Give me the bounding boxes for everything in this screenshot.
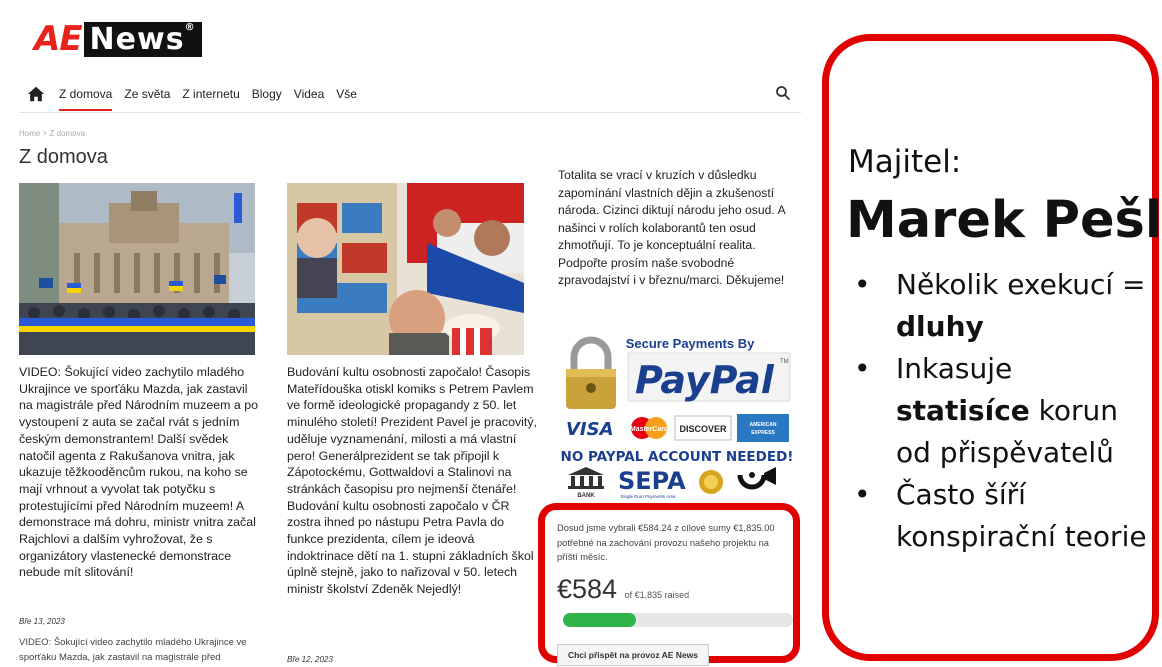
fact-income: Inkasuje statisíce korun od přispěvatelů [844,348,1154,474]
fact-debts: Několik exekucí = dluhy [844,264,1154,348]
paypal-banner[interactable]: Secure Payments By PayPal TM VISA Master… [560,333,795,500]
nav-item-z-internetu[interactable]: Z internetu [182,87,239,111]
nav-item-z-domova[interactable]: Z domova [59,87,113,111]
svg-text:NO PAYPAL ACCOUNT NEEDED!: NO PAYPAL ACCOUNT NEEDED! [561,449,794,465]
owner-annotation-panel: Majitel: Marek Pešl Několik exekucí = dl… [822,34,1162,661]
owner-facts-list: Několik exekucí = dluhy Inkasuje statisí… [844,264,1154,558]
home-icon[interactable] [27,85,45,103]
breadcrumb[interactable]: Home > Z domova [19,129,85,138]
main-nav: Z domova Ze světa Z internetu Blogy Vide… [19,80,801,113]
svg-text:VISA: VISA [566,419,614,440]
svg-text:EXPRESS: EXPRESS [751,430,775,436]
nav-item-vse[interactable]: Vše [336,87,357,111]
padlock-icon [566,336,616,409]
donate-button[interactable]: Chci přispět na provoz AE News [557,644,709,666]
article1-date: Bře 13, 2023 [19,617,65,626]
svg-text:Secure Payments By: Secure Payments By [626,336,755,351]
donation-progress-fill [563,613,637,627]
svg-text:DISCOVER: DISCOVER [679,424,727,434]
article1-image[interactable] [19,183,255,355]
article2-title[interactable]: Budování kultu osobnosti započalo! Časop… [287,364,537,598]
donation-status-text: Dosud jsme vybrali €584.24 z cílové sumy… [557,523,775,562]
search-icon[interactable] [775,85,791,101]
sidebar-appeal-text: Totalita se vrací v kruzích v důsledku z… [558,168,785,287]
nav-item-videa[interactable]: Videa [294,87,324,111]
donation-amount: €584 of €1,835 raised [557,574,690,604]
svg-text:BANK: BANK [577,493,595,499]
svg-text:MasterCard: MasterCard [630,426,669,433]
post-horn-icon [737,467,776,490]
bank-icon: BANK [568,467,604,499]
svg-text:TM: TM [780,359,789,365]
article1-title[interactable]: VIDEO: Šokující video zachytilo mladého … [19,364,264,581]
fact-conspiracies: Často šíří konspirační teorie [844,474,1154,558]
owner-name: Marek Pešl [846,191,1162,250]
article2-date: Bře 12, 2023 [287,655,333,664]
site-logo[interactable]: AE News® [34,19,202,59]
svg-text:SEPA: SEPA [618,467,686,495]
nav-item-blogy[interactable]: Blogy [252,87,282,111]
article1-excerpt: VIDEO: Šokující video zachytilo mladého … [19,637,247,663]
svg-text:Single Euro Payments Area: Single Euro Payments Area [620,494,676,499]
nav-item-ze-sveta[interactable]: Ze světa [124,87,170,111]
page-title: Z domova [19,146,108,168]
donation-progress-bar [563,613,793,627]
logo-ae: AE [34,19,83,59]
article2-image[interactable] [287,183,524,355]
logo-news: News® [83,21,202,57]
owner-label: Majitel: [848,144,962,180]
donation-widget: Dosud jsme vybrali €584.24 z cílové sumy… [538,503,800,666]
svg-text:PayPal: PayPal [635,358,775,402]
svg-text:AMERICAN: AMERICAN [750,422,777,428]
